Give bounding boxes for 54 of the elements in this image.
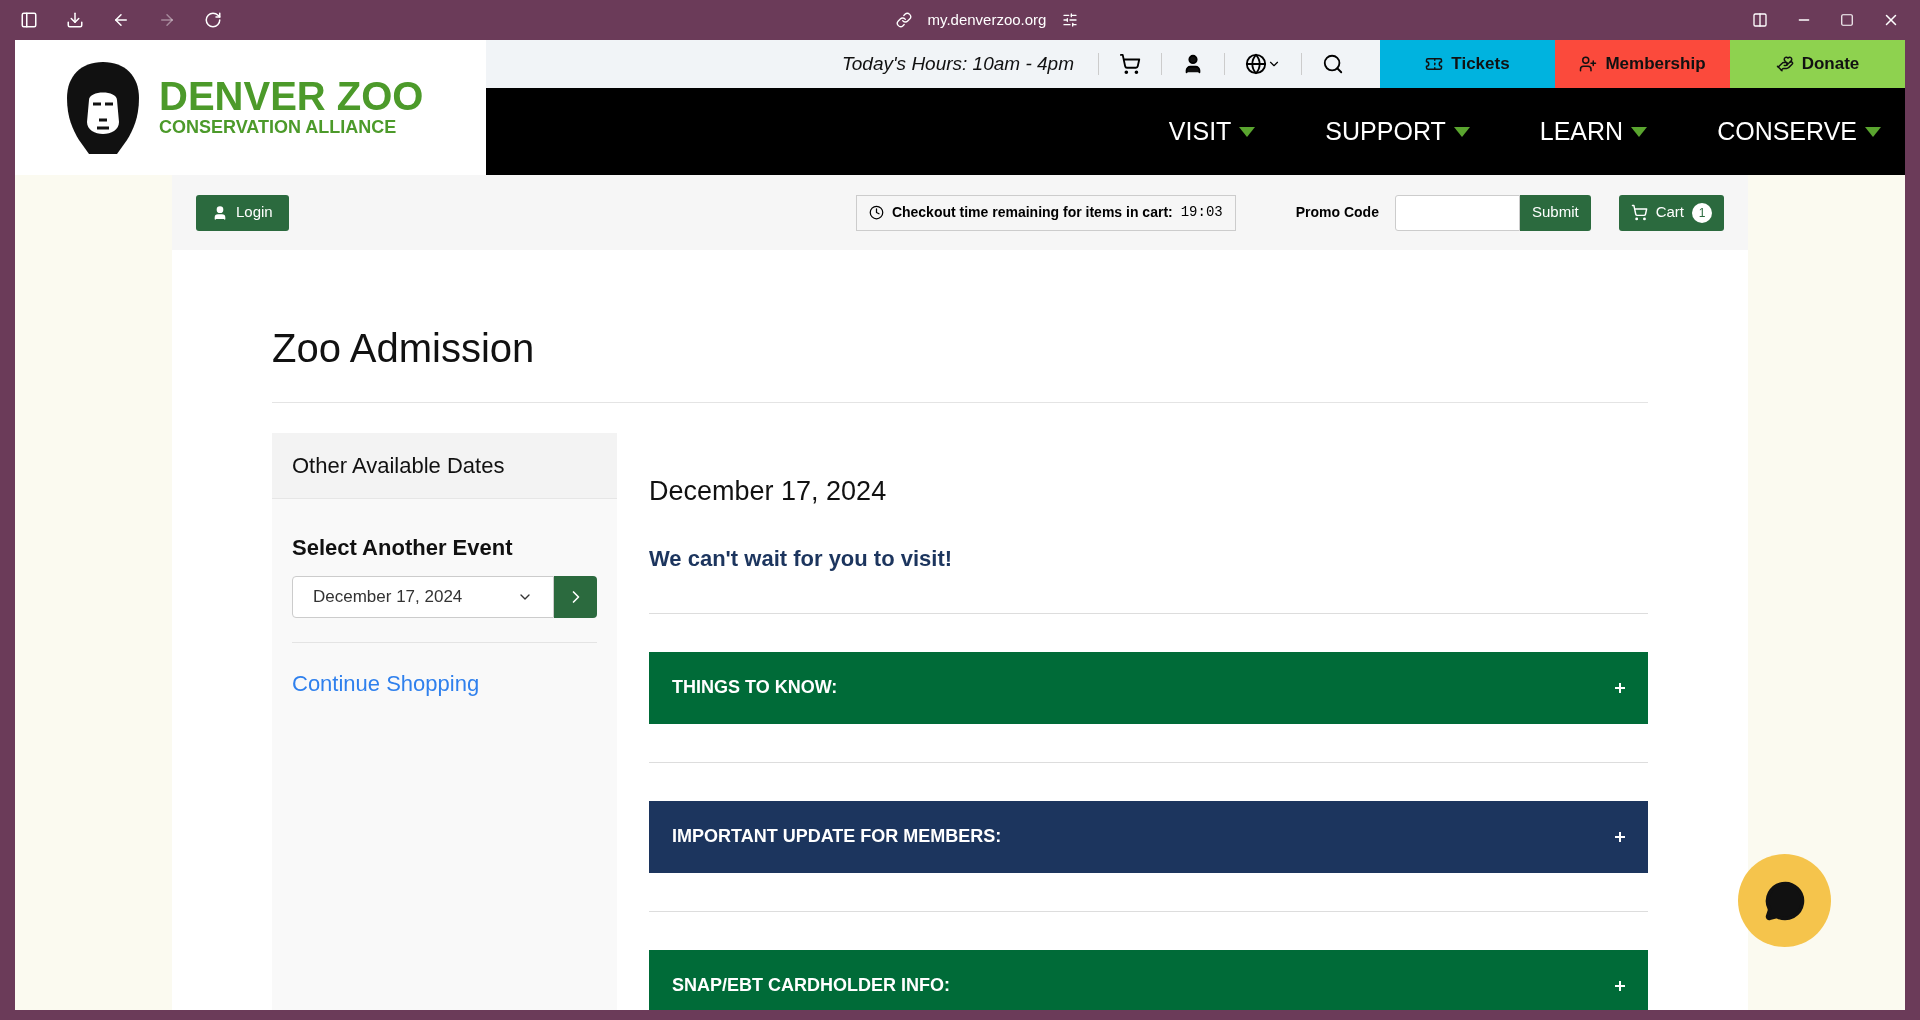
cart-count-badge: 1 [1692,202,1712,223]
plus-icon [1615,682,1625,693]
site-settings-icon[interactable] [1062,12,1079,28]
event-date: December 17, 2024 [649,475,888,508]
nav-menu-item[interactable]: SUPPORT [1325,112,1470,151]
sidebar-icon[interactable] [20,11,38,29]
dropdown-triangle-icon [1239,126,1256,137]
promo-code-field[interactable] [1394,194,1520,231]
back-icon[interactable] [112,11,130,29]
reload-icon[interactable] [204,11,222,29]
ticket-icon [1425,55,1444,73]
cart-icon[interactable] [1119,53,1141,75]
logo-area[interactable]: DENVER ZOO CONSERVATION ALLIANCE [15,40,486,175]
continue-shopping-link[interactable]: Continue Shopping [292,667,597,700]
login-button[interactable]: Login [196,194,289,231]
user-icon [212,204,228,221]
logo-title: DENVER ZOO [159,76,424,117]
nav-menu-item[interactable]: LEARN [1539,112,1648,151]
dropdown-triangle-icon [1631,126,1648,137]
download-icon[interactable] [66,11,84,29]
nav-menu-item[interactable]: CONSERVE [1717,112,1881,151]
accordion-header[interactable]: IMPORTANT UPDATE FOR MEMBERS: [649,800,1648,873]
hours-text: Today's Hours: 10am - 4pm [841,51,1075,76]
sidebar-heading: Other Available Dates [272,433,617,499]
accordion-header[interactable]: THINGS TO KNOW: [649,651,1648,724]
add-user-icon [1579,55,1598,73]
header-action-button[interactable]: Membership [1555,40,1730,88]
cart-button[interactable]: Cart 1 [1618,194,1724,231]
header-action-button[interactable]: Donate [1730,40,1905,88]
select-label: Select Another Event [292,534,514,562]
logo-subtitle: CONSERVATION ALLIANCE [159,116,398,139]
tagline: We can't wait for you to visit! [649,544,954,573]
header-action-button[interactable]: Tickets [1380,40,1555,88]
search-icon[interactable] [1322,53,1344,75]
promo-code-label: Promo Code [1295,203,1379,222]
accordion-header[interactable]: SNAP/EBT CARDHOLDER INFO: [649,949,1648,1010]
nav-menu-item[interactable]: VISIT [1168,112,1256,151]
dropdown-triangle-icon [1865,126,1881,137]
plus-icon [1615,831,1625,842]
plus-icon [1615,980,1625,991]
hand-heart-icon [1775,55,1794,73]
clock-icon [868,205,884,220]
forward-icon[interactable] [158,11,176,29]
page-title: Zoo Admission [272,325,536,372]
link-icon[interactable] [895,12,912,28]
chat-bubble-icon [1763,879,1806,922]
checkout-timer: Checkout time remaining for items in cart: 19:03 [855,194,1236,231]
submit-button[interactable]: Submit [1519,194,1591,231]
cart-icon [1630,204,1648,221]
split-view-icon[interactable] [1752,12,1768,28]
event-select[interactable]: December 17, 2024 [292,576,554,618]
address-url[interactable]: my.denverzoo.org [927,8,1047,32]
dropdown-triangle-icon [1453,126,1470,137]
maximize-icon[interactable] [1840,13,1854,27]
